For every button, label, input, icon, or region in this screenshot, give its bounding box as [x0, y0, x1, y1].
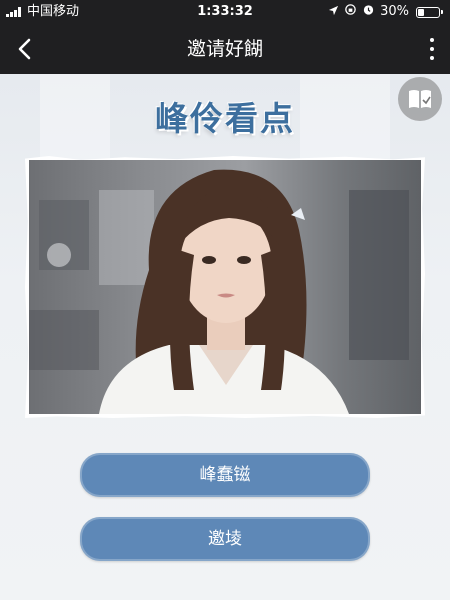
battery-percent: 30% — [380, 4, 409, 19]
nav-title: 邀请好餬 — [186, 38, 263, 60]
photo-card — [25, 156, 425, 418]
alarm-icon — [362, 0, 375, 24]
battery-icon — [416, 6, 443, 18]
status-right: 30% — [328, 0, 443, 24]
vertical-dots-icon[interactable] — [426, 36, 438, 62]
orientation-lock-icon — [344, 0, 357, 24]
battery-level-fill — [418, 8, 424, 16]
primary-action-button[interactable]: 峰蠢镃 — [80, 453, 370, 497]
nav-bar: 邀请好餬 — [0, 24, 450, 74]
portrait-photo — [29, 160, 421, 414]
secondary-action-button[interactable]: 邀堎 — [80, 517, 370, 561]
book-icon[interactable] — [398, 77, 442, 121]
location-icon — [328, 0, 339, 24]
page-title: 峰伶看点 — [155, 99, 295, 138]
status-bar: 中国移动 1:33:32 30% — [0, 0, 450, 24]
